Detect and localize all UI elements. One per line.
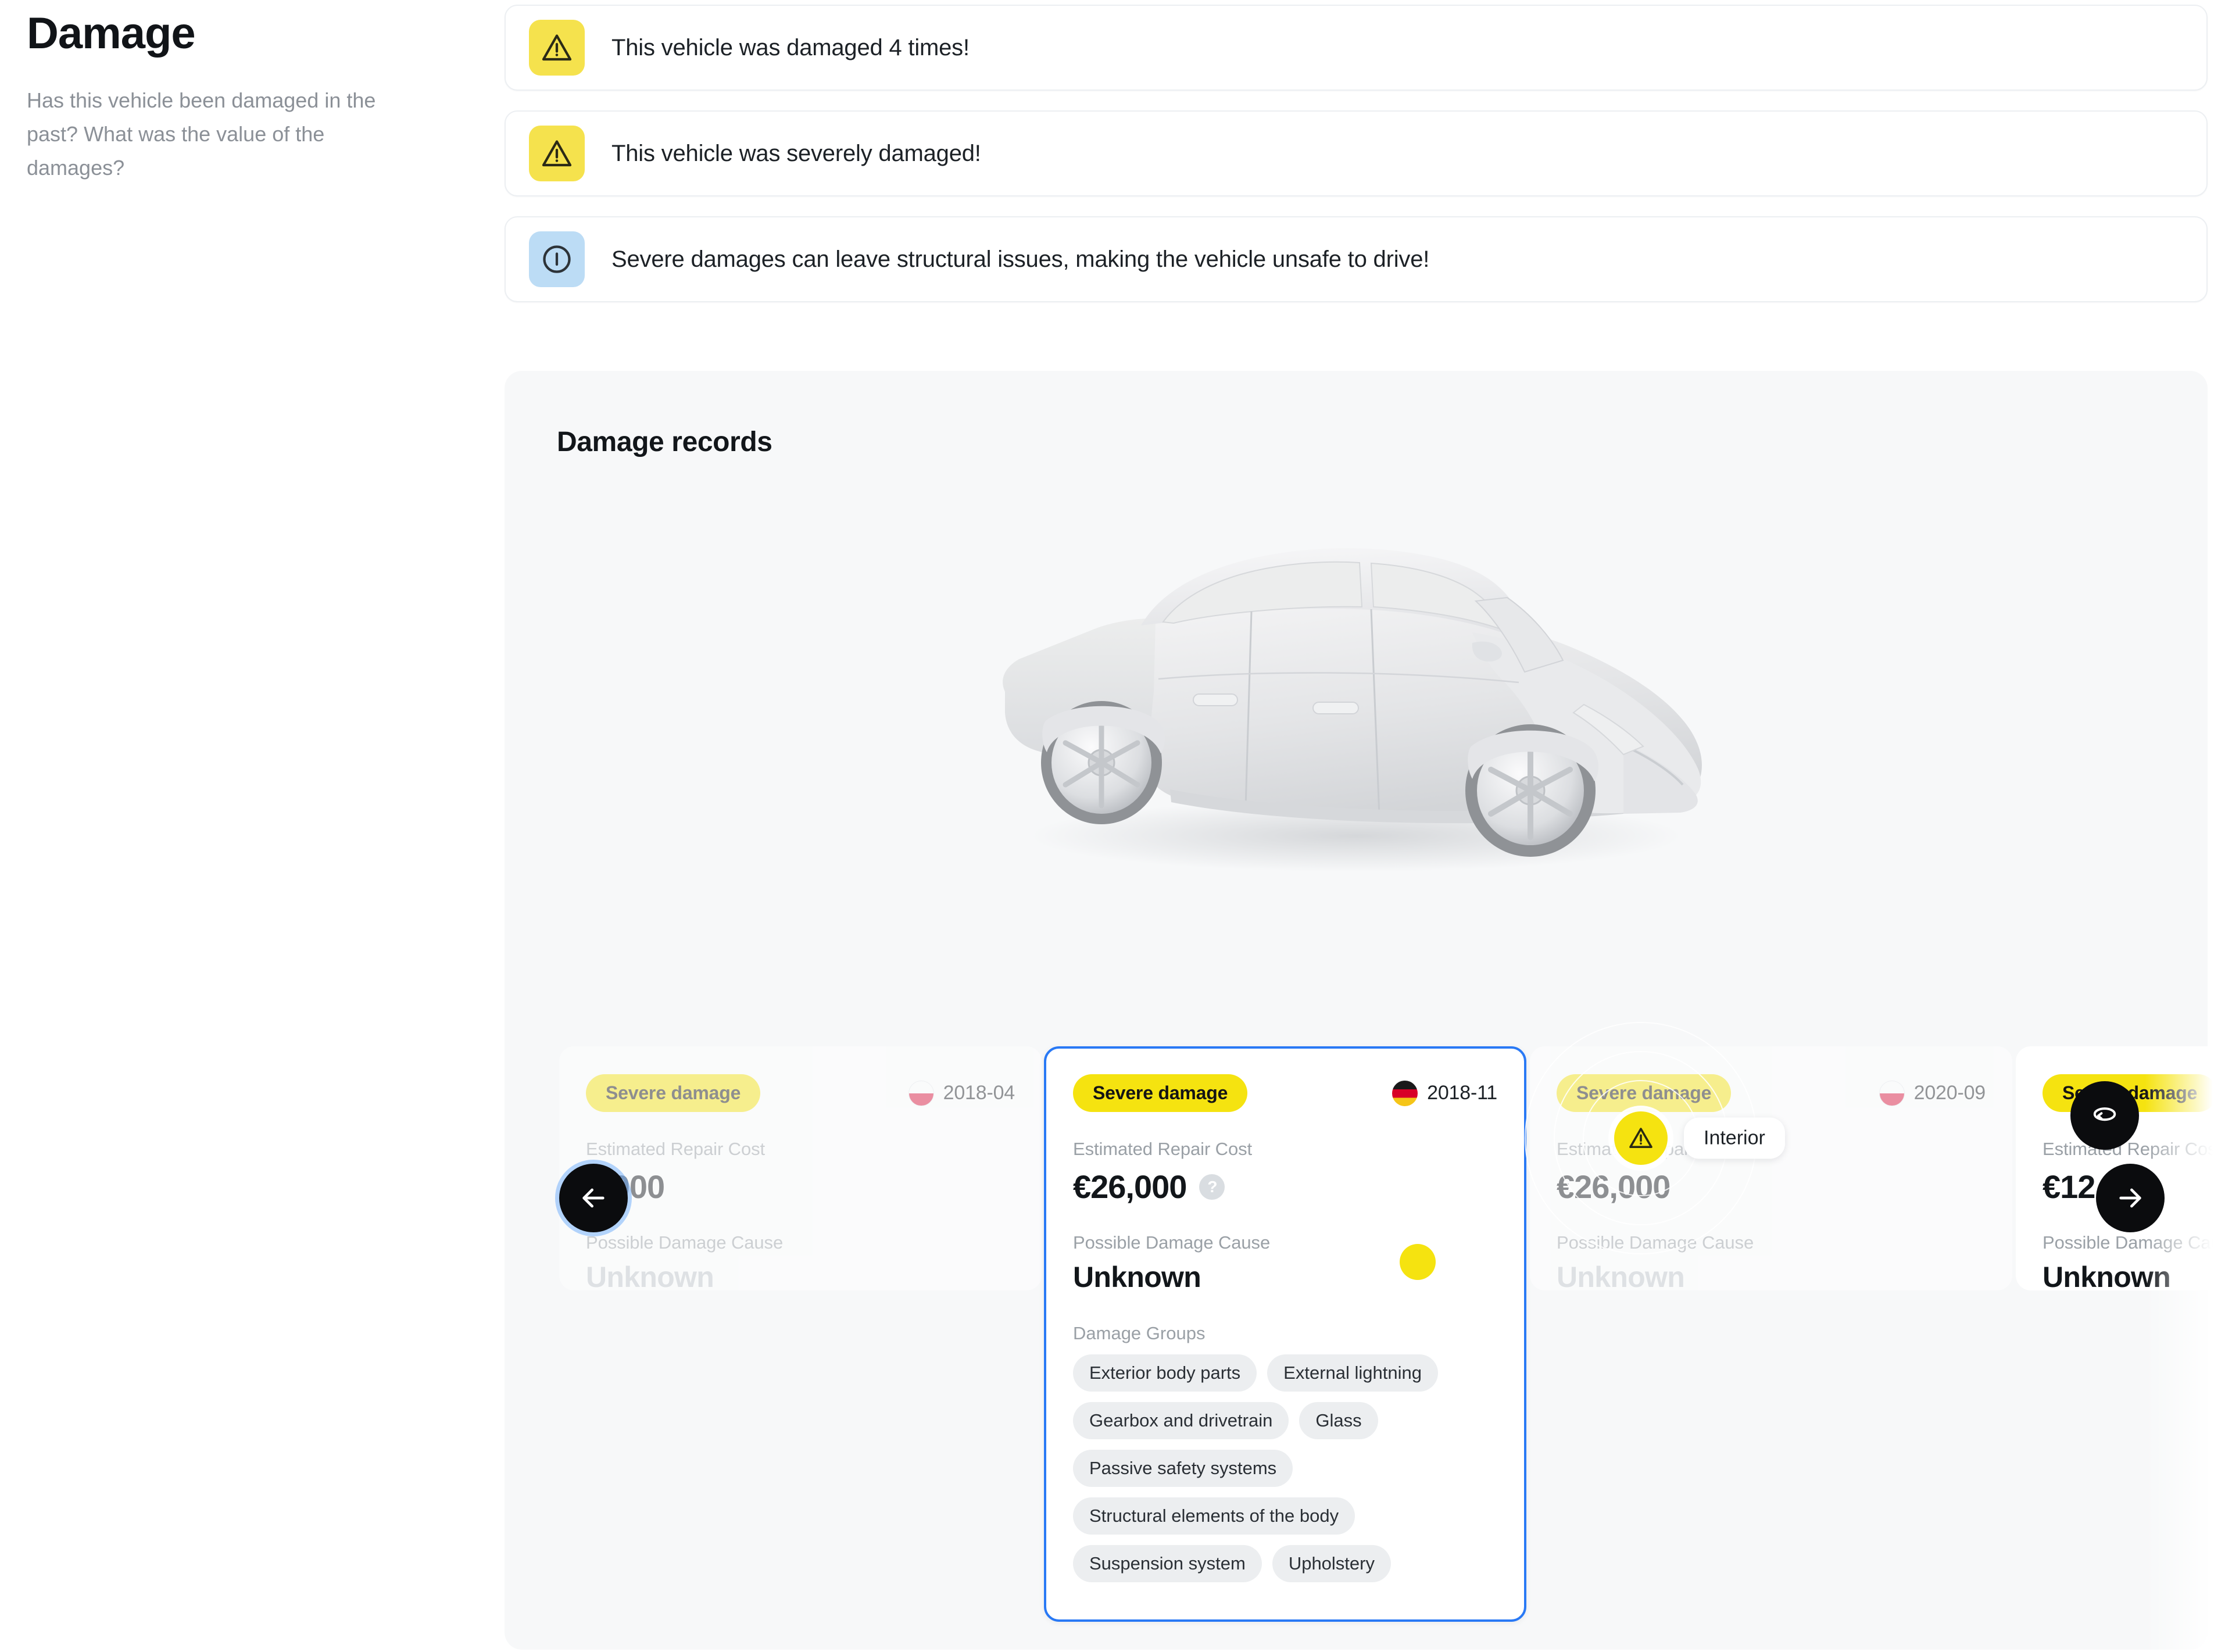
rear-wheel [1041,701,1165,824]
damage-cause-label: Possible Damage Cause [1073,1232,1271,1253]
damage-group-chip: Suspension system [1073,1545,1262,1582]
marker-label: Interior [1684,1117,1785,1159]
damage-cause-value: Unknown [2043,1261,2171,1293]
date-text: 2018-11 [1427,1082,1497,1104]
repair-cost-label: Estimated Repair Cost [1073,1139,1253,1159]
damage-cause-value: Unknown [586,1261,714,1293]
rotate-3d-icon[interactable] [2070,1081,2139,1150]
status-badge: Severe damage [586,1074,761,1112]
alert-banner-severe: This vehicle was severely damaged! [505,110,2208,196]
warning-triangle-icon [529,126,585,181]
damage-groups-list: Exterior body parts External lightning G… [1073,1354,1497,1582]
card-header: Severe damage 2018-04 [586,1074,1015,1112]
panel-title: Damage records [557,427,772,457]
damage-cause-label: Possible Damage Cause [586,1232,784,1253]
repair-cost-value: 5,000 [586,1168,1015,1206]
alert-banner-structural-info: Severe damages can leave structural issu… [505,216,2208,302]
repair-cost-label: Estimated Repair Cost [586,1139,766,1159]
damage-page: Damage Has this vehicle been damaged in … [0,0,2232,1652]
car-3d-viewer[interactable]: Interior [505,487,2208,1280]
page-subtitle: Has this vehicle been damaged in the pas… [27,88,376,180]
damage-group-chip: Gearbox and drivetrain [1073,1402,1289,1439]
repair-cost-value: €26,000 [1073,1168,1187,1205]
carousel-prev-button[interactable] [559,1164,628,1232]
card-header: Severe damage 2018-11 [1073,1074,1497,1112]
alert-banner-damage-count: This vehicle was damaged 4 times! [505,5,2208,91]
status-badge: Severe damage [1073,1074,1248,1112]
alert-text: Severe damages can leave structural issu… [611,246,1430,272]
record-date: 2020-09 [1879,1080,1986,1106]
damage-cause-value: Unknown [1557,1261,1685,1293]
arrow-right-icon [2119,1188,2141,1208]
damage-groups-label: Damage Groups [1073,1323,1206,1343]
damage-group-chip: External lightning [1267,1354,1438,1392]
damage-group-chip: Glass [1299,1402,1378,1439]
damage-marker-rear[interactable] [1400,1244,1436,1280]
damage-group-chip: Structural elements of the body [1073,1497,1355,1535]
date-text: 2018-04 [943,1082,1015,1104]
date-text: 2020-09 [1913,1082,1986,1104]
flag-pl-icon [1879,1080,1905,1106]
warning-triangle-icon [529,20,585,76]
info-circle-icon [529,231,585,287]
damage-group-chip: Upholstery [1272,1545,1391,1582]
repair-cost-label: Estimated Repair Cost [2043,1139,2222,1159]
alert-list: This vehicle was damaged 4 times! This v… [505,5,2208,322]
warning-triangle-icon [1614,1111,1668,1165]
damage-group-chip: Exterior body parts [1073,1354,1257,1392]
damage-cause-label: Possible Damage Cause [2043,1232,2232,1253]
record-date: 2018-11 [1392,1080,1497,1106]
alert-text: This vehicle was damaged 4 times! [611,34,970,60]
carousel-next-button[interactable] [2096,1164,2165,1232]
record-date: 2018-04 [908,1080,1015,1106]
repair-cost-value-row: €26,000 ? [1073,1168,1497,1206]
flag-de-icon [1392,1080,1418,1106]
arrow-left-icon [582,1188,604,1208]
help-circle-icon[interactable]: ? [1199,1174,1225,1200]
section-intro: Damage Has this vehicle been damaged in … [27,10,468,185]
flag-pl-icon [908,1080,934,1106]
damage-records-carousel[interactable]: Severe damage 2018-04 Estimated Repair C… [0,1046,2232,1652]
page-title: Damage [27,9,196,58]
damage-group-chip: Passive safety systems [1073,1450,1293,1487]
alert-text: This vehicle was severely damaged! [611,140,981,166]
damage-record-card[interactable]: Severe damage 2018-04 Estimated Repair C… [559,1046,1042,1293]
car-illustration [1003,548,1702,872]
damage-record-card-selected[interactable]: Severe damage 2018-11 Estimated Repair C… [1044,1046,1526,1622]
